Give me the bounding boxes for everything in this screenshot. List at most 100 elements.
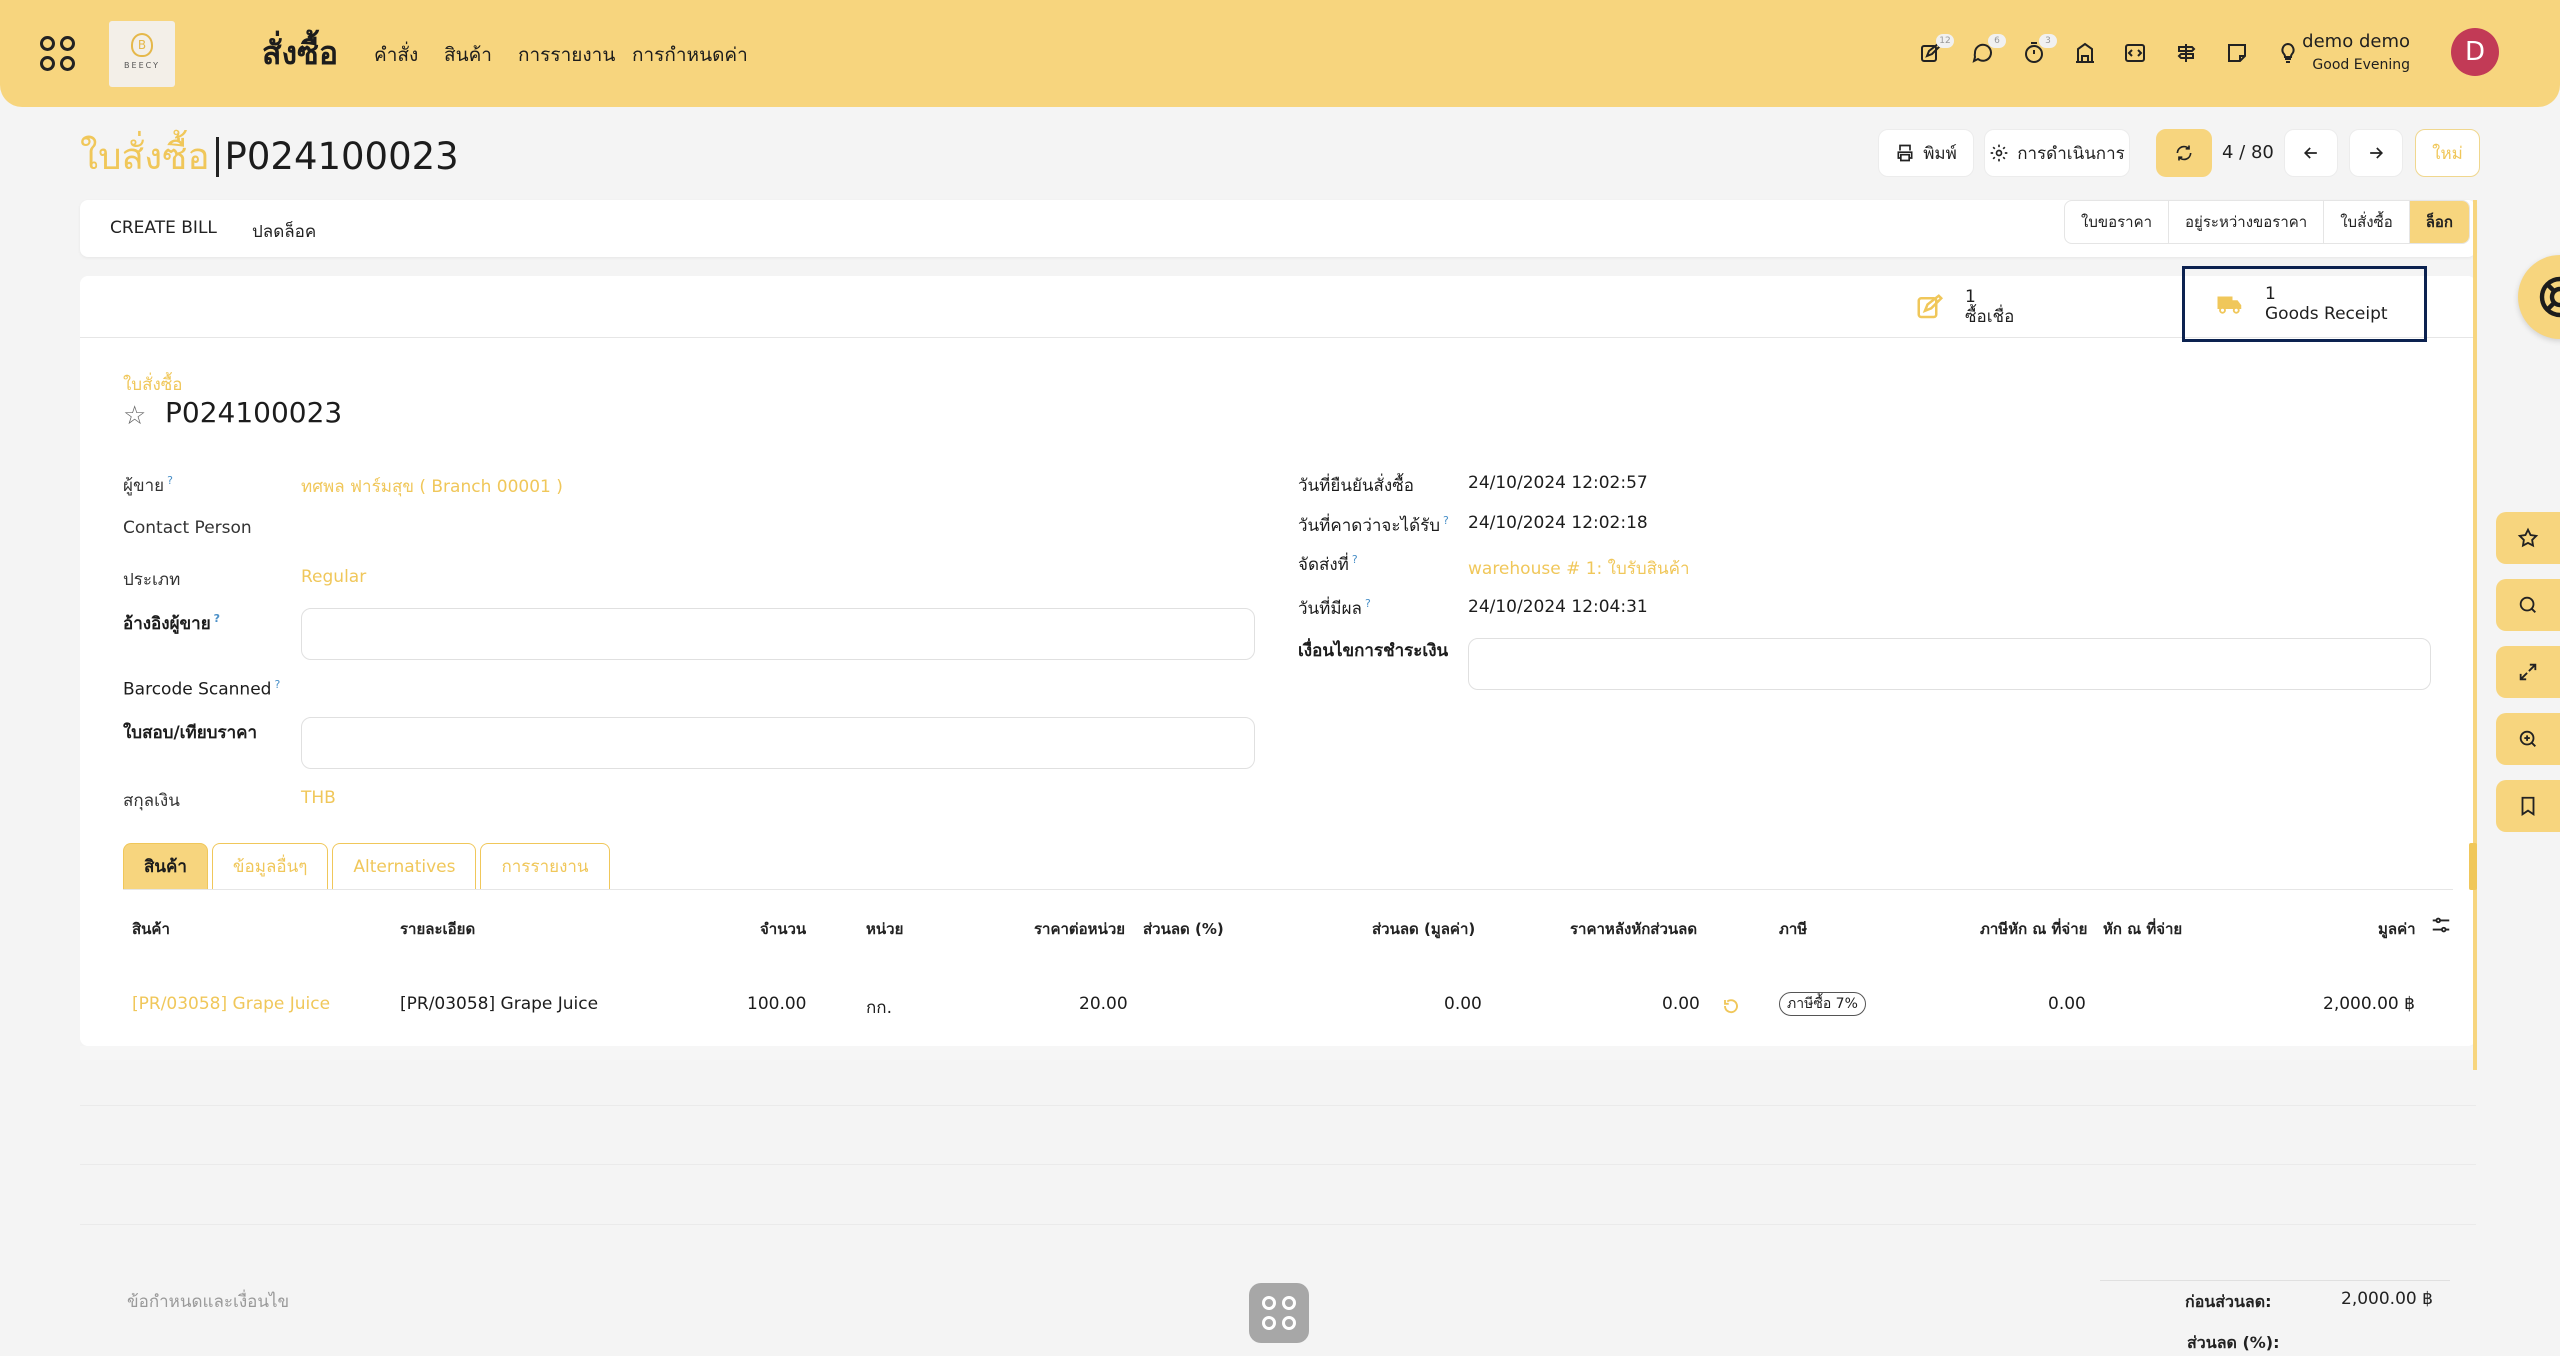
column-header-withholding[interactable]: หัก ณ ที่จ่าย	[2103, 917, 2182, 941]
truck-icon	[2217, 296, 2242, 314]
row-withholding-tax[interactable]: 0.00	[2048, 994, 2086, 1014]
help-icon[interactable]: ?	[214, 612, 220, 625]
avatar[interactable]: D	[2451, 28, 2499, 76]
help-icon[interactable]: ?	[1443, 514, 1449, 527]
row-discount-amount[interactable]: 0.00	[1444, 994, 1482, 1014]
terms-and-conditions-field[interactable]: ข้อกำหนดและเงื่อนไข	[127, 1288, 289, 1315]
bookmark-tool-button[interactable]	[2496, 780, 2560, 832]
notes-icon[interactable]	[2224, 40, 2250, 66]
activities-icon[interactable]: 12	[1918, 34, 1954, 66]
lightbulb-icon[interactable]	[2275, 40, 2301, 66]
row-tax-tag[interactable]: ภาษีซื้อ 7%	[1779, 992, 1866, 1016]
new-button[interactable]: ใหม่	[2415, 129, 2480, 177]
tab-reporting[interactable]: การรายงาน	[480, 843, 610, 890]
tab-alternatives[interactable]: Alternatives	[332, 843, 477, 890]
scrollbar-thumb[interactable]	[2469, 843, 2477, 890]
bills-smart-button[interactable]: 1 ซื้อเชื่อ	[1915, 278, 2145, 336]
goods-receipt-smart-button[interactable]: 1 Goods Receipt	[2182, 266, 2427, 342]
vendor-reference-label-text: อ้างอิงผู้ขาย	[123, 614, 211, 634]
divider	[80, 1224, 2476, 1225]
column-settings-icon[interactable]	[2430, 914, 2452, 940]
messages-icon[interactable]: 6	[1970, 34, 2006, 66]
help-icon[interactable]: ?	[167, 474, 173, 487]
row-subtotal: 2,000.00 ฿	[2323, 994, 2415, 1014]
type-value[interactable]: Regular	[301, 567, 366, 587]
refresh-icon	[2176, 145, 2192, 161]
column-header-description[interactable]: รายละเอียด	[400, 917, 475, 941]
vendor-value[interactable]: ทศพล ฟาร์มสุข ( Branch 00001 )	[301, 473, 563, 500]
reset-icon[interactable]	[1722, 997, 1740, 1019]
vendor-reference-input[interactable]	[301, 608, 1255, 660]
help-icon[interactable]: ?	[274, 678, 280, 691]
row-price-after-discount[interactable]: 0.00	[1662, 994, 1700, 1014]
print-button[interactable]: พิมพ์	[1878, 129, 1974, 177]
top-navbar: B BEECY สั่งซื้อ คำสั่ง สินค้า การรายงาน…	[0, 0, 2560, 107]
quotation-input[interactable]	[301, 717, 1255, 769]
previous-record-button[interactable]	[2284, 129, 2338, 177]
menu-reporting[interactable]: การรายงาน	[518, 40, 615, 70]
floating-apps-button[interactable]	[1249, 1283, 1309, 1343]
menu-orders[interactable]: คำสั่ง	[374, 40, 418, 70]
app-title[interactable]: สั่งซื้อ	[262, 28, 338, 79]
payment-terms-input[interactable]	[1468, 638, 2431, 690]
document-title: P024100023	[165, 396, 343, 429]
breadcrumb-current: P024100023	[224, 135, 459, 178]
user-name[interactable]: demo demo	[2302, 31, 2410, 52]
help-icon[interactable]: ?	[1365, 597, 1371, 610]
signpost-icon[interactable]	[2173, 40, 2199, 66]
stage-locked[interactable]: ล็อก	[2409, 201, 2470, 243]
next-record-button[interactable]	[2349, 129, 2403, 177]
stage-rfq[interactable]: ใบขอราคา	[2065, 201, 2170, 243]
vendor-label: ผู้ขาย?	[123, 472, 173, 499]
column-header-uom[interactable]: หน่วย	[866, 917, 903, 941]
menu-products[interactable]: สินค้า	[444, 40, 492, 70]
row-product[interactable]: [PR/03058] Grape Juice	[132, 994, 330, 1014]
search-tool-button[interactable]	[2496, 579, 2560, 631]
deliver-to-value[interactable]: warehouse # 1: ใบรับสินค้า	[1468, 555, 1690, 582]
menu-configuration[interactable]: การกำหนดค่า	[632, 40, 748, 70]
notebook-tabs: สินค้า ข้อมูลอื่นๆ Alternatives การรายงา…	[123, 843, 610, 890]
company-switch-icon[interactable]	[2072, 40, 2098, 66]
tab-other-info[interactable]: ข้อมูลอื่นๆ	[211, 843, 329, 890]
actions-button[interactable]: การดำเนินการ	[1984, 129, 2130, 177]
create-bill-button[interactable]: CREATE BILL	[110, 218, 217, 238]
vendor-reference-label: อ้างอิงผู้ขาย?	[123, 610, 220, 637]
column-header-discount-percent[interactable]: ส่วนลด (%)	[1143, 917, 1224, 941]
column-header-withholding-tax[interactable]: ภาษีหัก ณ ที่จ่าย	[1980, 917, 2087, 941]
apps-menu-icon[interactable]	[40, 36, 78, 74]
stage-purchase-order[interactable]: ใบสั่งซื้อ	[2324, 201, 2410, 243]
stage-rfq-sent[interactable]: อยู่ระหว่างขอราคา	[2169, 201, 2325, 243]
expand-tool-button[interactable]	[2496, 646, 2560, 698]
star-icon[interactable]: ☆	[123, 401, 146, 431]
help-icon[interactable]: ?	[1352, 553, 1358, 566]
breadcrumb-parent[interactable]: ใบสั่งซื้อ	[80, 135, 210, 178]
timer-icon[interactable]: 3	[2021, 34, 2057, 66]
column-header-subtotal[interactable]: มูลค่า	[2378, 917, 2416, 941]
currency-value[interactable]: THB	[301, 788, 336, 808]
developer-tools-icon[interactable]	[2122, 40, 2148, 66]
before-discount-label: ก่อนส่วนลด:	[2185, 1292, 2272, 1311]
confirm-date-label: วันที่ยืนยันสั่งซื้อ	[1298, 476, 1414, 496]
column-header-discount-amount[interactable]: ส่วนลด (มูลค่า)	[1372, 917, 1475, 941]
column-header-product[interactable]: สินค้า	[132, 917, 170, 941]
row-uom[interactable]: กก.	[866, 994, 892, 1021]
column-header-tax[interactable]: ภาษี	[1779, 917, 1807, 941]
zoom-tool-button[interactable]	[2496, 713, 2560, 765]
payment-terms-label: เงื่อนไขการชำระเงิน	[1298, 641, 1449, 661]
row-description[interactable]: [PR/03058] Grape Juice	[400, 994, 598, 1014]
support-chat-button[interactable]	[2518, 255, 2560, 339]
company-logo[interactable]: B BEECY	[109, 21, 175, 87]
refresh-button[interactable]	[2156, 129, 2212, 177]
favorite-tool-button[interactable]	[2496, 512, 2560, 564]
column-header-unit-price[interactable]: ราคาต่อหน่วย	[1034, 917, 1125, 941]
expected-date-label-text: วันที่คาดว่าจะได้รับ	[1298, 516, 1441, 536]
unlock-button[interactable]: ปลดล็อค	[252, 218, 316, 245]
column-header-quantity[interactable]: จำนวน	[760, 917, 806, 941]
column-header-price-after-discount[interactable]: ราคาหลังหักส่วนลด	[1570, 917, 1697, 941]
scrollbar-track[interactable]	[2473, 200, 2477, 1070]
row-quantity[interactable]: 100.00	[747, 994, 806, 1014]
row-unit-price[interactable]: 20.00	[1079, 994, 1128, 1014]
tab-products[interactable]: สินค้า	[123, 843, 208, 890]
logo-text: BEECY	[124, 61, 160, 70]
pager-value[interactable]: 4 / 80	[2222, 142, 2274, 163]
